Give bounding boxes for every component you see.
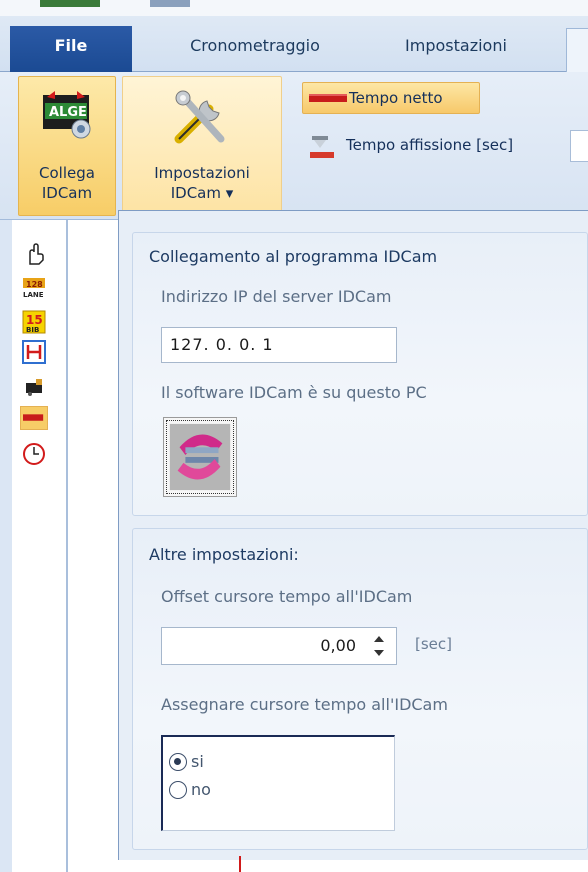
svg-text:128: 128 xyxy=(26,280,43,289)
group-altre-impostazioni: Altre impostazioni: Offset cursore tempo… xyxy=(132,528,588,850)
sync-icon xyxy=(169,423,231,491)
tempo-affissione-label: Tempo affissione [sec] xyxy=(346,136,514,154)
group-title-collegamento: Collegamento al programma IDCam xyxy=(149,247,438,266)
offset-label: Offset cursore tempo all'IDCam xyxy=(161,587,413,606)
impostazioni-label-line1: Impostazioni xyxy=(154,164,250,182)
tab-cronometraggio[interactable]: Cronometraggio xyxy=(152,28,358,72)
offset-value: 0,00 xyxy=(320,636,356,655)
collega-idcam-button[interactable]: ALGE Collega IDCam xyxy=(18,76,116,216)
hourglass-icon xyxy=(310,136,334,158)
quick-access-icons-extra[interactable] xyxy=(150,0,190,7)
collega-label-line2: IDCam xyxy=(41,184,93,202)
tempo-netto-label: Tempo netto xyxy=(349,89,443,107)
group-collegamento: Collegamento al programma IDCam Indirizz… xyxy=(132,232,588,516)
hand-cursor-icon[interactable] xyxy=(22,242,46,266)
alge-logo-icon: ALGE xyxy=(43,91,91,139)
quick-access-icons[interactable] xyxy=(40,0,100,7)
svg-text:15: 15 xyxy=(26,313,43,327)
ribbon-tab-bar: File Cronometraggio Impostazioni xyxy=(0,16,588,74)
tab-file[interactable]: File xyxy=(10,26,132,72)
local-pc-label: Il software IDCam è su questo PC xyxy=(161,383,427,402)
radio-no-label: no xyxy=(191,780,211,799)
assign-radio-group: si no xyxy=(161,735,395,831)
bib-icon[interactable]: 15 BIB xyxy=(22,310,46,334)
tempo-affissione-label-row: Tempo affissione [sec] xyxy=(304,130,574,162)
alge-logo-text: ALGE xyxy=(49,105,87,120)
measure-icon[interactable] xyxy=(22,340,46,364)
title-bar-strip xyxy=(0,0,588,16)
impostazioni-idcam-button[interactable]: Impostazioni IDCam ▾ xyxy=(122,76,282,216)
ip-address-label: Indirizzo IP del server IDCam xyxy=(161,287,392,306)
collega-label-line1: Collega xyxy=(39,164,95,182)
tools-icon xyxy=(174,90,225,144)
red-bar-icon xyxy=(309,94,347,102)
impostazioni-label-line2: IDCam ▾ xyxy=(170,184,234,202)
time-cursor-line xyxy=(239,856,241,872)
lane-icon[interactable]: 128 LANE xyxy=(22,276,46,300)
tab-idcam-active[interactable] xyxy=(566,28,588,74)
tempo-netto-button[interactable]: Tempo netto xyxy=(302,82,480,114)
collega-label: Collega IDCam xyxy=(19,163,115,203)
radio-unselected-icon xyxy=(169,781,187,799)
tempo-affissione-input[interactable] xyxy=(570,130,588,162)
assign-label: Assegnare cursore tempo all'IDCam xyxy=(161,695,448,714)
clock-icon[interactable] xyxy=(22,442,46,466)
left-toolbar: 128 LANE 15 BIB xyxy=(0,220,68,872)
red-bar-tool-icon[interactable] xyxy=(20,406,48,430)
ip-address-input[interactable]: 127. 0. 0. 1 xyxy=(161,327,397,363)
local-pc-toggle-button[interactable] xyxy=(163,417,237,497)
svg-text:BIB: BIB xyxy=(26,326,39,334)
impostazioni-label: Impostazioni IDCam ▾ xyxy=(123,163,281,203)
ribbon-panel: ALGE Collega IDCam Impostazioni IDCam ▾ … xyxy=(0,72,588,220)
svg-text:LANE: LANE xyxy=(23,291,44,299)
radio-si-label: si xyxy=(191,752,204,771)
camera-icon[interactable] xyxy=(22,374,46,398)
tab-impostazioni[interactable]: Impostazioni xyxy=(376,28,536,72)
radio-selected-icon xyxy=(169,753,187,771)
offset-spinner[interactable]: 0,00 xyxy=(161,627,397,665)
spinner-arrows-icon[interactable] xyxy=(372,633,386,659)
offset-unit: [sec] xyxy=(415,635,452,653)
group-title-altre: Altre impostazioni: xyxy=(149,545,299,564)
